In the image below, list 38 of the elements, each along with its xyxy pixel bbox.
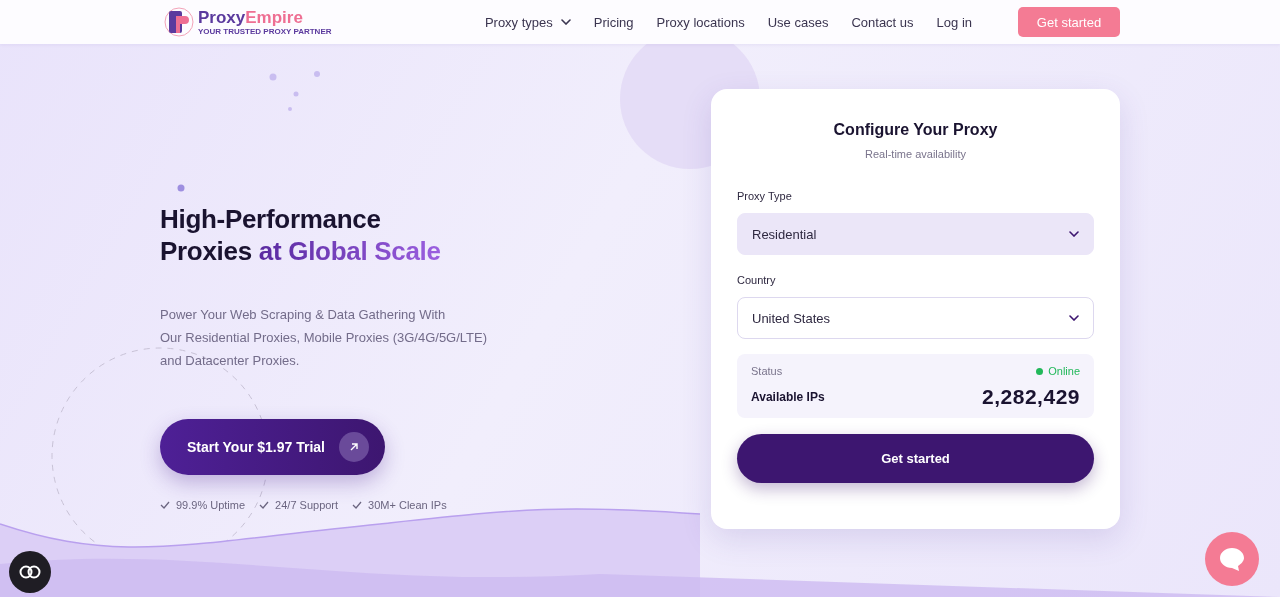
field-label: Country [737,274,777,286]
nav-link[interactable]: Use cases [767,14,829,30]
logo-icon [163,6,195,38]
feature-text: 24/7 Support [275,499,339,511]
hero-description-line: Power Your Web Scraping & Data Gathering With [160,306,447,324]
chevron-down-icon [560,19,571,25]
nav-link[interactable]: Proxy locations [656,14,745,30]
field-label: Proxy Type [737,190,793,202]
start-trial-button[interactable]: Start Your $1.97 Trial [160,419,385,475]
logo-tagline: YOUR TRUSTED PROXY PARTNER [198,26,332,36]
select-field[interactable]: United States [737,297,1094,339]
check-icon [160,501,170,509]
check-icon [352,501,363,509]
chat-button[interactable] [1205,532,1259,586]
hero-description-line: Our Residential Proxies, Mobile Proxies (3G/4G/5G/LTE) [160,329,489,347]
status-label: Status [751,365,783,377]
available-ips-count: 2,282,429 [982,385,1080,409]
nav-link[interactable]: Contact us [851,14,914,30]
hero-description-line: and Datacenter Proxies. [160,352,301,370]
chevron-down-icon [1069,231,1079,237]
arrow-up-right-icon [339,432,369,462]
nav-link[interactable]: Proxy types [484,14,571,30]
chat-bubble-icon [1219,547,1245,571]
logo-text: ProxyEmpire [198,8,304,27]
online-status: Online [1036,365,1080,377]
hero-headline: High-Performance Proxies at Global Scale [160,203,442,267]
select-field[interactable]: Residential [737,213,1094,255]
get-started-button[interactable]: Get started [737,434,1094,483]
card-subtitle: Real-time availability [864,148,967,160]
feature-text: 30M+ Clean IPs [368,499,447,511]
feature-text: 99.9% Uptime [176,499,246,511]
available-ips-label: Available IPs [751,390,825,404]
nav-link[interactable]: Log in [936,14,972,30]
chevron-down-icon [1069,315,1079,321]
nav-link[interactable]: Pricing [593,14,634,30]
accessibility-icon [19,565,41,579]
card-title: Configure Your Proxy [832,121,999,139]
check-icon [259,501,270,509]
